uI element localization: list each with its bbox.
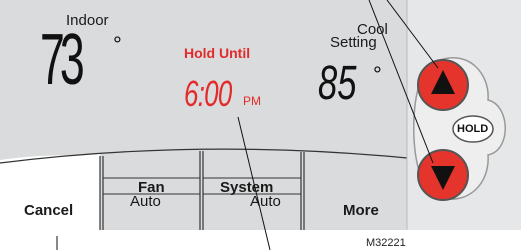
indoor-degree-symbol: ° [113, 32, 122, 57]
fan-mode-value: Auto [130, 193, 161, 210]
hold-button-label[interactable]: HOLD [457, 124, 488, 135]
figure-id: M32221 [366, 237, 406, 249]
setting-label: Setting [330, 34, 377, 51]
indoor-temperature: 73 [40, 20, 85, 100]
system-mode-value: Auto [250, 193, 281, 210]
cool-setpoint: 85 [318, 57, 357, 110]
setpoint-degree-symbol: ° [373, 62, 382, 87]
hold-until-ampm: PM [243, 94, 261, 108]
hold-until-time: 6:00 [184, 73, 232, 114]
cancel-button[interactable]: Cancel [24, 203, 73, 218]
more-button[interactable]: More [343, 203, 379, 218]
thermostat-diagram: Indoor 73 ° Hold Until 6:00 PM Cool Sett… [0, 0, 521, 250]
hold-until-label: Hold Until [184, 45, 251, 61]
